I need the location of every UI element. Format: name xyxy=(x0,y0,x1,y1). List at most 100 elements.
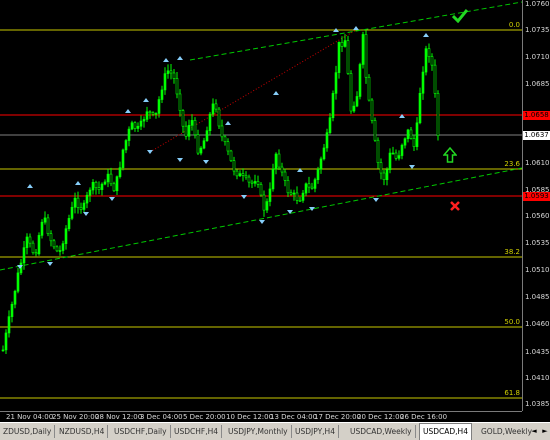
candle-body xyxy=(385,169,389,181)
price-label: 1.0435 xyxy=(525,348,550,356)
price-label: 1.0385 xyxy=(525,400,550,408)
price-axis[interactable]: 1.0760 1.0735 1.0710 1.0685 1.0610 1.058… xyxy=(522,0,550,411)
candle-body xyxy=(349,73,353,112)
up-arrow-icon[interactable] xyxy=(443,147,457,163)
candle-body xyxy=(103,181,107,185)
candle-body xyxy=(178,93,182,111)
fractal-up-marker xyxy=(75,181,81,185)
candle-body xyxy=(388,152,392,171)
candle-body xyxy=(421,71,425,94)
candle-body xyxy=(328,117,332,133)
tab-usdchf-h4[interactable]: USDCHF,H4 xyxy=(171,425,223,438)
candle-body xyxy=(193,120,197,136)
candle-body xyxy=(310,186,314,189)
price-label: 1.0710 xyxy=(525,53,550,61)
candle-body xyxy=(241,173,245,176)
price-label: 1.0560 xyxy=(525,212,550,220)
candle-body xyxy=(61,243,65,251)
price-label: 1.0410 xyxy=(525,374,550,382)
fractal-up-marker xyxy=(273,91,279,95)
price-marker-current: 1.0637 xyxy=(523,131,550,140)
price-label: 1.0685 xyxy=(525,80,550,88)
tab-usdchf-daily[interactable]: USDCHF,Daily xyxy=(111,425,171,438)
candle-body xyxy=(115,176,119,192)
chart-area[interactable]: 0.0 23.6 38.2 50.0 61.8 xyxy=(0,0,522,411)
tab-zdusd-daily[interactable]: ZDUSD,Daily xyxy=(0,425,56,438)
candle-body xyxy=(268,188,272,202)
candle-body xyxy=(106,173,110,183)
candle-body xyxy=(232,160,236,172)
candle-body xyxy=(298,200,302,202)
candle-body xyxy=(313,179,317,189)
candle-body xyxy=(169,70,173,74)
candle-body xyxy=(283,171,287,181)
candle-body xyxy=(7,316,11,334)
tab-scroll-right-icon[interactable]: ► xyxy=(541,426,549,437)
candle-body xyxy=(133,122,137,129)
candle-body xyxy=(397,155,401,159)
cross-icon[interactable] xyxy=(449,200,461,212)
candle-body xyxy=(352,105,356,112)
candle-body xyxy=(226,141,230,152)
candle-body xyxy=(406,129,410,140)
candle-body xyxy=(67,218,71,230)
candle-body xyxy=(361,34,365,65)
candle-body xyxy=(127,128,131,141)
tab-usdcad-weekly[interactable]: USDCAD,Weekly xyxy=(347,425,416,438)
candle-body xyxy=(292,192,296,195)
candle-body xyxy=(229,150,233,161)
candle-body xyxy=(196,134,200,154)
tab-nzdusd-h4[interactable]: NZDUSD,H4 xyxy=(56,425,109,438)
channel-upper-line xyxy=(189,1,522,61)
candle-body xyxy=(85,194,89,204)
candle-body xyxy=(334,72,338,94)
fractal-down-marker xyxy=(409,165,415,169)
candle-body xyxy=(412,138,416,147)
candle-body xyxy=(22,247,26,264)
candle-body xyxy=(244,175,248,178)
candle-body xyxy=(82,202,86,210)
candle-body xyxy=(202,140,206,149)
candle-body xyxy=(295,192,299,201)
candle-body xyxy=(181,110,185,127)
candle-body xyxy=(337,42,341,73)
time-label: 20 Dec 12:00 xyxy=(357,413,405,421)
candle-body xyxy=(124,140,128,151)
fib-label-0: 0.0 xyxy=(508,21,520,29)
checkmark-icon[interactable] xyxy=(452,9,468,23)
candle-body xyxy=(31,242,35,253)
tab-gold-weekly[interactable]: GOLD,Weekly xyxy=(478,425,535,438)
price-label: 1.0760 xyxy=(525,0,550,8)
candle-body xyxy=(1,349,5,352)
mt4-chart-window: 0.0 23.6 38.2 50.0 61.8 1.0760 1.0735 1.… xyxy=(0,0,550,440)
tab-scroll-left-icon[interactable]: ◄ xyxy=(530,426,538,437)
candle-body xyxy=(322,147,326,160)
candle-body xyxy=(391,152,395,155)
candle-body xyxy=(100,183,104,190)
candle-body xyxy=(109,173,113,185)
candle-body xyxy=(415,122,419,147)
candle-body xyxy=(235,170,239,177)
candle-body xyxy=(64,228,68,244)
candle-body xyxy=(301,192,305,201)
candle-body xyxy=(148,111,152,114)
price-chart[interactable] xyxy=(0,0,522,411)
price-label: 1.0535 xyxy=(525,239,550,247)
tab-usdjpy-monthly[interactable]: USDJPY,Monthly xyxy=(225,425,292,438)
dotted-trend-line xyxy=(149,29,357,153)
fib-label-50: 50.0 xyxy=(504,318,520,326)
candle-body xyxy=(436,93,440,137)
time-label: 5 Dec 20:00 xyxy=(183,413,226,421)
price-label: 1.0510 xyxy=(525,266,550,274)
fib-label-23-6: 23.6 xyxy=(504,160,520,168)
price-label: 1.0485 xyxy=(525,293,550,301)
candle-body xyxy=(211,103,215,115)
tab-usdcad-h4[interactable]: USDCAD,H4 xyxy=(419,423,472,440)
candle-body xyxy=(256,181,260,185)
tab-usdjpy-h4[interactable]: USDJPY,H4 xyxy=(292,425,339,438)
candle-body xyxy=(316,169,320,181)
candle-body xyxy=(79,207,83,210)
candle-body xyxy=(208,113,212,131)
candle-body xyxy=(52,240,56,248)
candle-body xyxy=(28,236,32,244)
